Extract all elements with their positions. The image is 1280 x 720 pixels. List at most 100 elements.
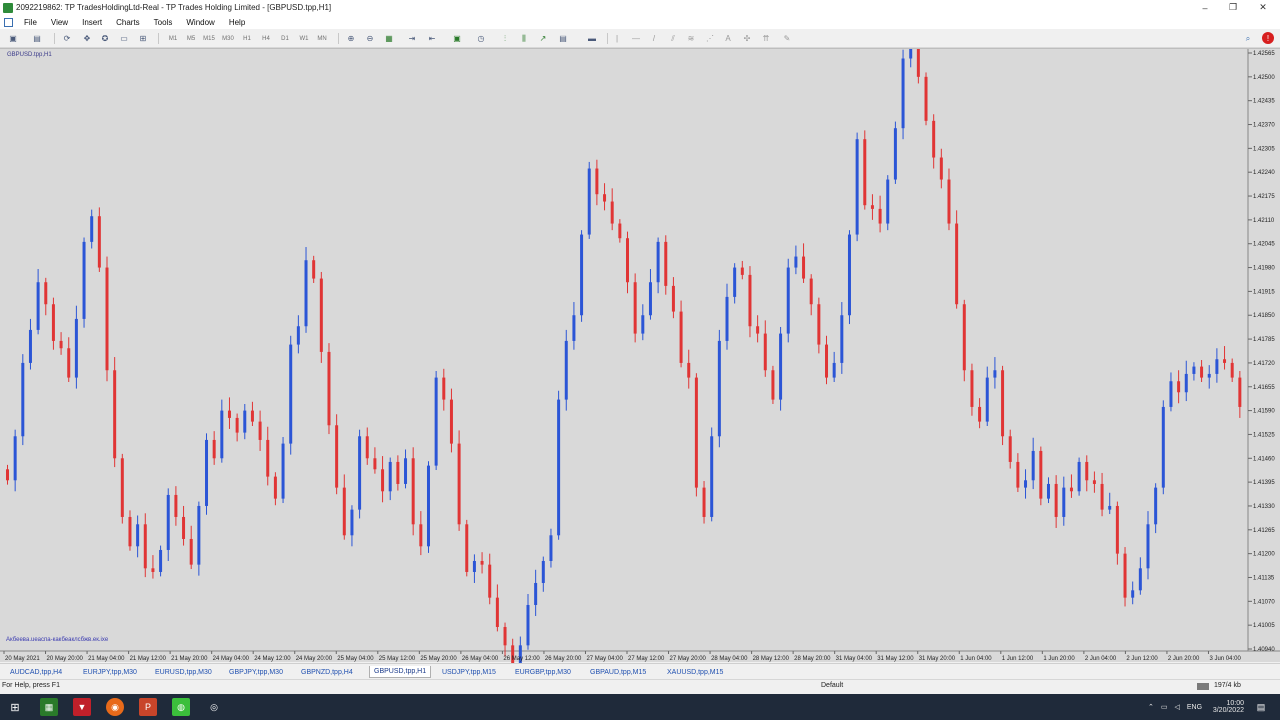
periods-icon[interactable]: ◷ <box>474 32 488 45</box>
terminal-icon[interactable]: ✪ <box>98 32 112 45</box>
indicators-icon[interactable]: ▣ <box>450 32 464 45</box>
search-icon[interactable]: ⌕ <box>1241 32 1255 45</box>
price-chart[interactable]: 1.42565 1.42500 1.42435 1.42370 1.42305 1.422… <box>0 49 1280 663</box>
zoom-in-icon[interactable]: ⊕ <box>344 32 358 45</box>
menu-tools[interactable]: Tools <box>147 18 180 27</box>
candle-body <box>1192 366 1196 374</box>
candle-body <box>840 315 844 363</box>
menu-insert[interactable]: Insert <box>75 18 109 27</box>
menu-charts[interactable]: Charts <box>109 18 147 27</box>
price-tick-label: 1.41330 <box>1253 504 1275 510</box>
tester-icon[interactable]: ▭ <box>117 32 131 45</box>
timeframe-d1[interactable]: D1 <box>277 32 293 45</box>
chart-tab[interactable]: EURUSD,tpp,M30 <box>155 666 212 678</box>
close-button[interactable]: ✕ <box>1248 0 1278 15</box>
chart-tab[interactable]: GBPAUD,tpp,M15 <box>590 666 646 678</box>
taskbar-app-icon[interactable]: ▼ <box>73 698 91 716</box>
candle-body <box>978 406 982 422</box>
trendline-icon[interactable]: / <box>647 32 661 45</box>
tray-chevron-icon[interactable]: ⌃ <box>1148 703 1154 711</box>
candle-body <box>396 461 400 484</box>
new-chart-icon[interactable]: ▣ <box>6 32 20 45</box>
candle-body <box>1008 436 1012 462</box>
candle-body <box>1238 377 1242 407</box>
candle-body <box>648 282 652 316</box>
price-tick-label: 1.41980 <box>1253 266 1275 272</box>
vertical-line-icon[interactable]: | <box>610 32 624 45</box>
text-label-icon[interactable]: ✣ <box>740 32 754 45</box>
candle-body <box>687 362 691 378</box>
more-tools-icon[interactable]: ✎ <box>780 32 794 45</box>
taskbar-mt4-icon[interactable]: ▦ <box>40 698 58 716</box>
market-watch-icon[interactable]: ⟳ <box>60 32 74 45</box>
line-chart-icon[interactable]: ↗ <box>536 32 550 45</box>
chart-tab[interactable]: AUDCAD,tpp,H4 <box>10 666 62 678</box>
taskbar-firefox-icon[interactable]: ◉ <box>106 698 124 716</box>
text-tool-icon[interactable]: A <box>721 32 735 45</box>
chart-tab[interactable]: USDJPY,tpp,M15 <box>442 666 496 678</box>
menu-view[interactable]: View <box>44 18 75 27</box>
minimize-button[interactable]: – <box>1190 0 1220 15</box>
toolbar-separator <box>54 33 55 44</box>
price-tick-label: 1.41525 <box>1253 432 1275 438</box>
candle-body <box>105 267 109 371</box>
timeframe-m5[interactable]: M5 <box>183 32 199 45</box>
candle-body <box>74 318 78 378</box>
fibo-fan-icon[interactable]: ⋰ <box>703 32 717 45</box>
menu-file[interactable]: File <box>17 18 44 27</box>
alert-icon[interactable]: ! <box>1262 32 1274 44</box>
equidistant-channel-icon[interactable]: ⫽ <box>666 32 680 45</box>
candle-body <box>1069 487 1073 492</box>
notification-icon[interactable]: ▤ <box>1252 698 1270 716</box>
chart-tab[interactable]: EURJPY,tpp,M30 <box>83 666 137 678</box>
candle-body <box>205 439 209 506</box>
timeframe-m30[interactable]: M30 <box>220 32 236 45</box>
auto-scroll-icon[interactable]: ⇤ <box>425 32 439 45</box>
zoom-out-icon[interactable]: ⊖ <box>363 32 377 45</box>
chart-tab[interactable]: GBPJPY,tpp,M30 <box>229 666 283 678</box>
menu-help[interactable]: Help <box>222 18 252 27</box>
chart-area[interactable]: 1.42565 1.42500 1.42435 1.42370 1.42305 1.422… <box>0 48 1280 663</box>
arrows-icon[interactable]: ⇈ <box>759 32 773 45</box>
timeframe-h4[interactable]: H4 <box>258 32 274 45</box>
crosshair-cursor-icon[interactable]: ▬ <box>585 32 599 45</box>
timeframe-m1[interactable]: M1 <box>165 32 181 45</box>
chart-tab[interactable]: EURGBP,tpp,M30 <box>515 666 571 678</box>
timeframe-m15[interactable]: M15 <box>201 32 217 45</box>
candle-body <box>289 344 293 444</box>
fibonacci-icon[interactable]: ≋ <box>684 32 698 45</box>
chart-tab-active[interactable]: GBPUSD,tpp,H1 <box>369 666 432 678</box>
horizontal-line-icon[interactable]: — <box>629 32 643 45</box>
windows-taskbar: ⊞ ▦ ▼ ◉ P ◍ ◎ ⌃ ▭ ◁ ENG 10:00 3/20/2022 … <box>0 694 1280 720</box>
timeframe-w1[interactable]: W1 <box>296 32 312 45</box>
taskbar-obs-icon[interactable]: ◎ <box>205 698 223 716</box>
chart-tab[interactable]: XAUUSD,tpp,M15 <box>667 666 723 678</box>
candle-body <box>962 304 966 371</box>
taskbar-powerpoint-icon[interactable]: P <box>139 698 157 716</box>
chart-shift-icon[interactable]: ⇥ <box>405 32 419 45</box>
clock[interactable]: 10:00 3/20/2022 <box>1204 694 1244 720</box>
document-icon[interactable] <box>4 17 13 27</box>
timeframe-h1[interactable]: H1 <box>239 32 255 45</box>
chart-tab[interactable]: GBPNZD,tpp,H4 <box>301 666 353 678</box>
time-tick-label: 25 May 04:00 <box>337 656 374 662</box>
templates-icon[interactable]: ▤ <box>556 32 570 45</box>
network-icon[interactable]: ▭ <box>1161 703 1168 711</box>
profiles-icon[interactable]: ▤ <box>30 32 44 45</box>
candle-body <box>932 120 936 158</box>
candle-body <box>1024 480 1028 488</box>
tile-windows-icon[interactable]: ▦ <box>382 32 396 45</box>
maximize-button[interactable]: ❐ <box>1218 0 1248 15</box>
windows-start-icon[interactable]: ⊞ <box>6 698 24 716</box>
navigator-icon[interactable]: ✥ <box>80 32 94 45</box>
menu-window[interactable]: Window <box>179 18 221 27</box>
data-window-icon[interactable]: ⊞ <box>136 32 150 45</box>
candle-body <box>13 436 17 481</box>
candle-body <box>771 370 775 400</box>
language-indicator[interactable]: ENG <box>1187 704 1202 711</box>
candlestick-chart-icon[interactable]: ⫼ <box>517 32 531 45</box>
bar-chart-icon[interactable]: ⫶ <box>498 32 512 45</box>
volume-icon[interactable]: ◁ <box>1175 703 1180 711</box>
timeframe-mn[interactable]: MN <box>314 32 330 45</box>
taskbar-line-icon[interactable]: ◍ <box>172 698 190 716</box>
